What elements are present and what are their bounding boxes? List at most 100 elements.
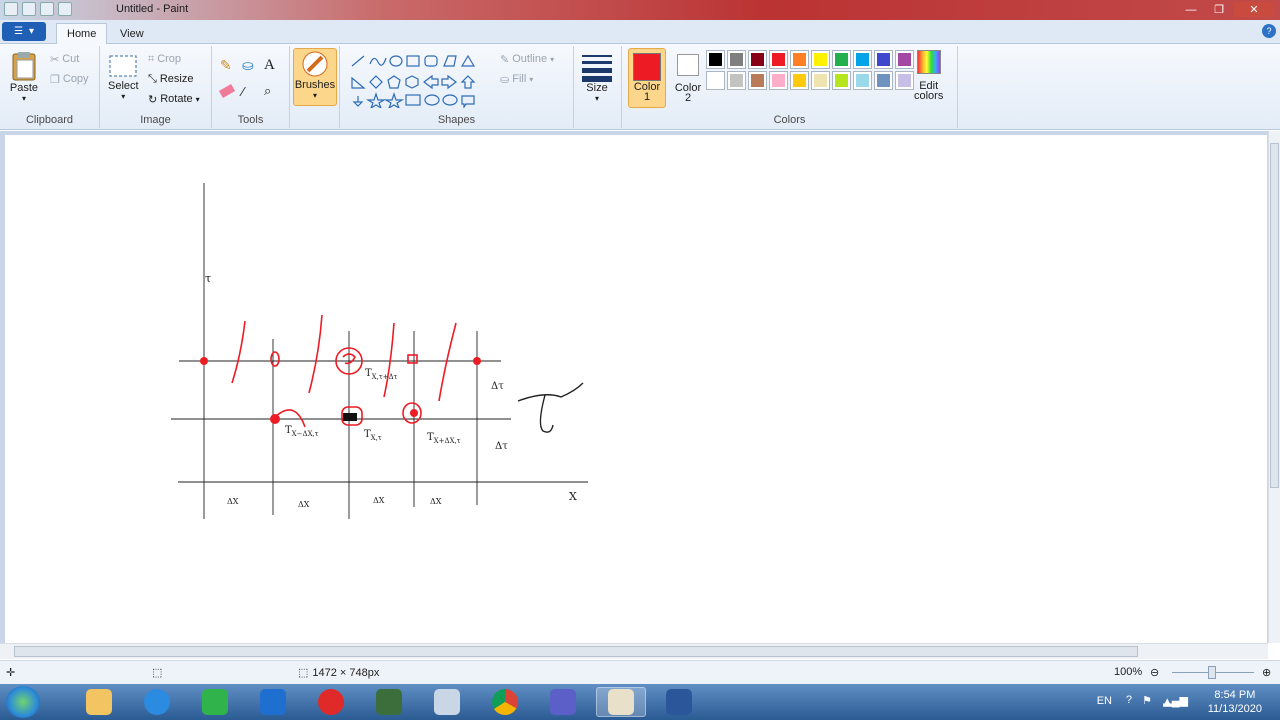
resize-button[interactable]: ⤡ Resize — [148, 70, 193, 88]
taskbar-app-blue-a[interactable] — [248, 687, 298, 717]
magnifier-icon: ⌕ — [264, 83, 272, 98]
taskbar-app-monitor[interactable] — [422, 687, 472, 717]
palette-swatch[interactable] — [853, 71, 872, 90]
clock[interactable]: 8:54 PM 11/13/2020 — [1208, 688, 1262, 716]
drawing-canvas[interactable]: τ X Δτ Δτ ΔX ΔX ΔX ΔX TX,τ+Δτ TX−ΔX,τ TX… — [5, 135, 1267, 643]
taskbar-paint[interactable] — [596, 687, 646, 717]
network-icon[interactable]: ▂▄▆ — [1163, 694, 1188, 707]
zoom-in-button[interactable]: ⊕ — [1262, 666, 1271, 679]
language-indicator[interactable]: EN — [1097, 695, 1112, 707]
help-tray-icon[interactable]: ? — [1126, 694, 1132, 706]
close-button[interactable]: ✕ — [1234, 2, 1274, 17]
zoom-out-button[interactable]: ⊖ — [1150, 666, 1159, 679]
folder-icon — [86, 689, 112, 715]
redo-icon[interactable] — [58, 2, 72, 16]
palette-swatch[interactable] — [748, 50, 767, 69]
undo-icon[interactable] — [40, 2, 54, 16]
shapes-gallery[interactable] — [348, 52, 498, 108]
taskbar-app-tool[interactable] — [364, 687, 414, 717]
colors-group-label: Colors — [773, 114, 806, 126]
horizontal-scrollbar[interactable] — [0, 643, 1268, 659]
eraser-tool[interactable] — [218, 82, 236, 100]
size-group: Size ▾ — [574, 46, 622, 128]
text-tool[interactable]: A — [264, 56, 275, 74]
palette-swatch[interactable] — [895, 71, 914, 90]
maximize-button[interactable]: ❐ — [1206, 2, 1232, 17]
palette-swatch[interactable] — [895, 50, 914, 69]
taskbar-app-green[interactable] — [190, 687, 240, 717]
chevron-down-icon: ▾ — [550, 54, 555, 64]
brushes-button[interactable]: Brushes ▾ — [293, 48, 337, 106]
outline-icon: ✎ — [500, 53, 510, 66]
palette-swatch[interactable] — [727, 71, 746, 90]
ribbon-tabs: ☰ ▾ Home View ? — [0, 20, 1280, 44]
horizontal-scroll-thumb[interactable] — [14, 646, 1138, 657]
swatch-color — [877, 74, 890, 87]
fill-button[interactable]: ⛀ Fill ▾ — [500, 70, 533, 88]
crop-button[interactable]: ⌗ Crop — [148, 50, 181, 68]
tab-home[interactable]: Home — [56, 23, 108, 44]
color1-button[interactable]: Color 1 — [628, 48, 666, 108]
delta-x-label: ΔX — [298, 500, 310, 509]
quick-access-toolbar — [4, 2, 72, 16]
palette-swatch[interactable] — [790, 50, 809, 69]
palette-swatch[interactable] — [832, 71, 851, 90]
taskbar-teams[interactable] — [538, 687, 588, 717]
image-group-label: Image — [140, 114, 171, 126]
tab-view[interactable]: View — [110, 23, 154, 44]
swatch-color — [772, 74, 785, 87]
flag-icon[interactable]: ⚑ — [1142, 694, 1152, 707]
cut-button[interactable]: ✂ Cut — [50, 50, 79, 68]
shapes-group: ✎ Outline ▾ ⛀ Fill ▾ Shapes — [340, 46, 574, 128]
palette-swatch[interactable] — [832, 50, 851, 69]
palette-swatch[interactable] — [769, 71, 788, 90]
x-axis-label: X — [569, 490, 577, 503]
tau-axis-label: τ — [205, 272, 212, 285]
palette-swatch[interactable] — [874, 50, 893, 69]
palette-swatch[interactable] — [706, 50, 725, 69]
palette-swatch[interactable] — [853, 50, 872, 69]
fill-tool[interactable]: ⛀ — [242, 56, 254, 74]
start-button[interactable] — [6, 686, 40, 718]
palette-swatch[interactable] — [874, 71, 893, 90]
taskbar-word[interactable] — [654, 687, 704, 717]
taskbar-chrome[interactable] — [480, 687, 530, 717]
taskbar-explorer[interactable] — [74, 687, 124, 717]
brush-icon — [302, 51, 328, 77]
rotate-icon: ↻ — [148, 93, 158, 106]
size-button[interactable]: Size ▾ — [580, 52, 614, 103]
palette-swatch[interactable] — [727, 50, 746, 69]
cursor-position-icon: ✛ — [6, 667, 16, 679]
outline-button[interactable]: ✎ Outline ▾ — [500, 50, 554, 68]
help-icon[interactable]: ? — [1262, 24, 1276, 38]
selection-size-icon: ⬚ — [152, 667, 163, 679]
swatch-color — [898, 53, 911, 66]
copy-button[interactable]: ❐ Copy — [50, 70, 89, 88]
swatch-color — [793, 74, 806, 87]
vertical-scrollbar[interactable] — [1268, 131, 1280, 643]
vertical-scroll-thumb[interactable] — [1270, 143, 1279, 488]
save-icon[interactable] — [22, 2, 36, 16]
color-picker-tool[interactable]: ⁄ — [242, 82, 244, 100]
palette-swatch[interactable] — [811, 50, 830, 69]
zoom-slider-thumb[interactable] — [1208, 666, 1216, 679]
palette-swatch[interactable] — [769, 50, 788, 69]
palette-swatch[interactable] — [790, 71, 809, 90]
palette-swatch[interactable] — [748, 71, 767, 90]
rotate-button[interactable]: ↻ Rotate ▾ — [148, 90, 200, 108]
taskbar-opera[interactable] — [306, 687, 356, 717]
edit-colors-button[interactable]: Edit colors — [914, 50, 943, 102]
paint-app-icon[interactable] — [4, 2, 18, 16]
paint-menu-button[interactable]: ☰ ▾ — [2, 22, 46, 41]
palette-swatch[interactable] — [811, 71, 830, 90]
minimize-button[interactable]: — — [1178, 2, 1204, 17]
select-button[interactable]: Select ▾ — [108, 52, 139, 101]
delta-tau-label: Δτ — [495, 441, 508, 452]
palette-swatch[interactable] — [706, 71, 725, 90]
zoom-level: 100% — [1114, 666, 1143, 678]
taskbar-app-swirl[interactable] — [132, 687, 182, 717]
paste-button[interactable]: Paste ▾ — [8, 50, 40, 103]
pencil-tool[interactable]: ✎ — [220, 56, 232, 74]
color2-button[interactable]: Color 2 — [670, 52, 706, 104]
magnifier-tool[interactable]: ⌕ — [264, 82, 271, 100]
